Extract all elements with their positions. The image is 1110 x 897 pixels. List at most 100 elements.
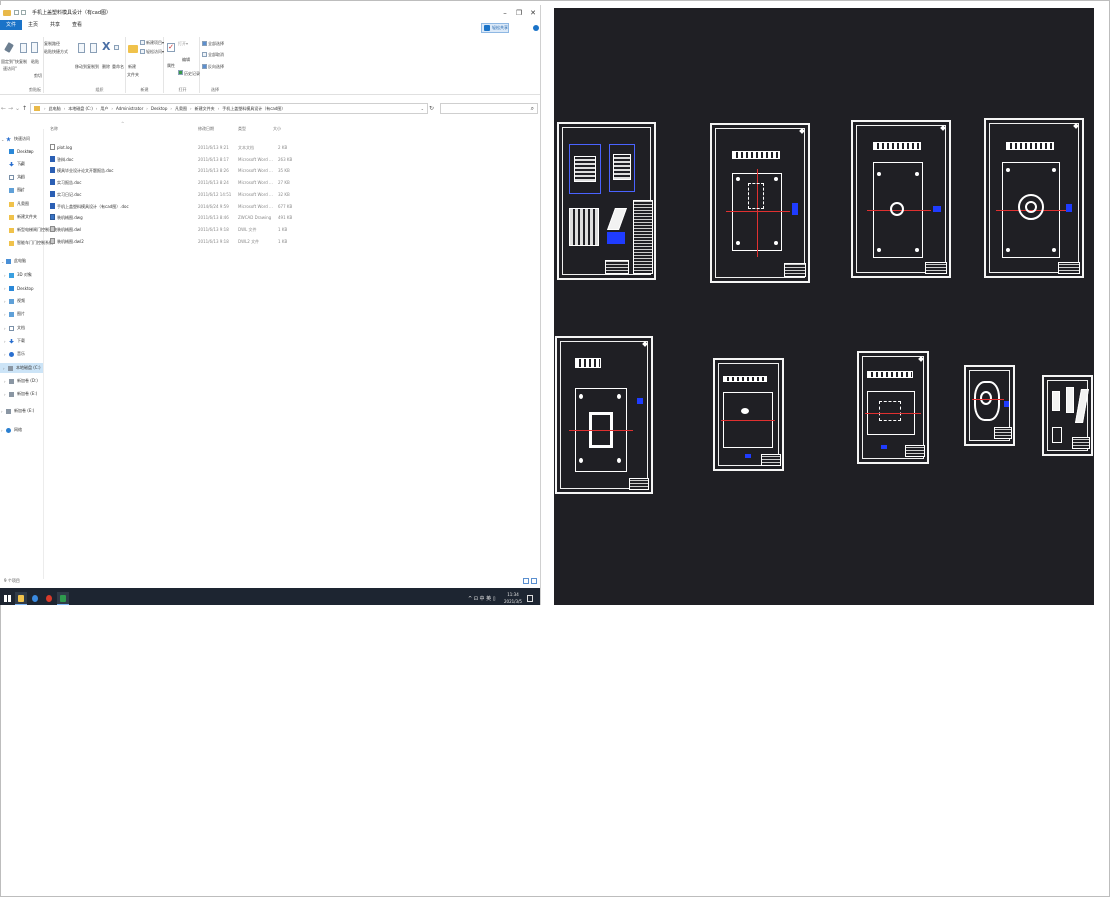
sidebar-item[interactable]: › 视频	[4, 296, 25, 306]
forward-arrow-icon[interactable]: →	[7, 105, 14, 112]
taskbar-file-explorer[interactable]	[15, 592, 27, 605]
sidebar-item[interactable]: 图片 ✱	[4, 185, 25, 195]
tab-file[interactable]: 文件	[0, 20, 23, 30]
blue-annotation	[1066, 204, 1072, 212]
sidebar-item[interactable]: ⌄ 此电脑	[1, 256, 26, 266]
copy-path-button[interactable]: 复制路径	[44, 41, 60, 47]
move-to-button[interactable]: 移动到	[75, 64, 87, 70]
sidebar-item[interactable]: › 图片	[4, 309, 25, 319]
cut-button[interactable]: 剪切	[34, 73, 42, 79]
folder-icon	[9, 214, 14, 220]
sidebar-item[interactable]: › 新加卷 (E:)	[4, 389, 37, 399]
new-item-button[interactable]: 新建项目▾	[146, 40, 164, 46]
sidebar-item[interactable]: 凡奥图	[4, 199, 29, 209]
windows-start-icon[interactable]	[4, 595, 11, 602]
rename-button[interactable]: 重命名	[112, 64, 124, 70]
taskbar-browser[interactable]	[29, 592, 41, 605]
tab-share[interactable]: 共享	[44, 20, 66, 30]
breadcrumb-this-pc[interactable]: 此电脑	[49, 106, 61, 112]
tab-view[interactable]: 查看	[66, 20, 88, 30]
generic-file-icon	[50, 225, 55, 232]
sidebar-item[interactable]: 文档 ✱	[4, 172, 25, 182]
taskbar-app-red[interactable]	[43, 592, 55, 605]
up-arrow-icon[interactable]: ↑	[21, 105, 28, 112]
sidebar-item[interactable]: › 新加卷 (D:)	[4, 376, 38, 386]
open-button[interactable]: 打开▾	[178, 41, 188, 47]
select-all-button[interactable]: 全部选择	[208, 41, 224, 47]
column-header-type[interactable]: 类型	[238, 126, 246, 132]
address-dropdown-icon[interactable]: ⌄	[421, 106, 424, 111]
file-row[interactable]: 装机械图.dwl2 2011/6/13 9:18 DWL2 文件 1 KB	[46, 236, 296, 247]
properties-button[interactable]: 属性	[167, 63, 175, 69]
column-header-size[interactable]: 大小	[273, 126, 281, 132]
copy-to-button[interactable]: 复制到	[87, 64, 99, 70]
breadcrumb-local-disk[interactable]: 本地磁盘 (C:)	[68, 106, 93, 112]
select-none-button[interactable]: 全部取消	[208, 52, 224, 58]
file-row[interactable]: 实习日记.doc 2011/6/12 14:51 Microsoft Word ..…	[46, 189, 296, 200]
copy-button[interactable]: 复制	[19, 59, 27, 65]
taskbar-app-green[interactable]	[57, 592, 69, 605]
paste-button[interactable]: 粘贴	[31, 59, 39, 65]
new-group-label: 新建	[140, 87, 149, 92]
breadcrumb-current-folder[interactable]: 手机上盖塑料模具设计（有cad图）	[222, 106, 285, 112]
chevron-icon[interactable]: ›	[4, 339, 9, 344]
maximize-button[interactable]: ❐	[512, 9, 526, 17]
clock[interactable]: 11:34 2021/3/5	[504, 591, 522, 605]
back-arrow-icon[interactable]: ←	[0, 105, 7, 112]
file-row[interactable]: 模具毕业设计论文开题报告.doc 2011/6/13 8:26 Microsoft …	[46, 165, 296, 176]
sidebar-item[interactable]: › Desktop	[4, 283, 34, 293]
pin-quick-access-button[interactable]: 固定到"快	[1, 59, 19, 65]
large-icons-view-icon[interactable]	[531, 578, 537, 584]
sidebar-item[interactable]: › 下载	[4, 336, 25, 346]
refresh-icon[interactable]: ↻	[429, 105, 434, 112]
sidebar-item[interactable]: › 3D 对象	[4, 270, 32, 280]
sidebar-item[interactable]: › 新加卷 (E:)	[1, 406, 34, 416]
breadcrumb-fanaotu[interactable]: 凡奥图	[175, 106, 187, 112]
cad-drawing-canvas[interactable]	[554, 8, 1094, 605]
easy-share-button[interactable]: 轻松共享	[481, 23, 509, 33]
sidebar-item[interactable]: › 网络	[1, 425, 22, 435]
edit-button[interactable]: 编辑	[182, 57, 190, 63]
invert-selection-button[interactable]: 反向选择	[208, 64, 224, 70]
tab-home[interactable]: 主页	[22, 20, 44, 30]
file-row[interactable]: 装机械图.dwl 2011/6/13 9:18 DWL 文件 1 KB	[46, 224, 296, 235]
breadcrumb-desktop[interactable]: Desktop	[151, 106, 168, 111]
pin-hole	[1006, 248, 1010, 252]
address-box[interactable]: › 此电脑 › 本地磁盘 (C:) › 用户 › Administrator › Des…	[30, 103, 428, 114]
chevron-icon[interactable]: ⌄	[1, 137, 6, 142]
quick-access-properties-icon[interactable]	[14, 10, 19, 15]
quick-access-new-folder-icon[interactable]	[21, 10, 26, 15]
file-row[interactable]: plot.log 2011/6/13 9:21 文本文档 2 KB	[46, 142, 296, 153]
file-row[interactable]: 实习报告.doc 2011/6/13 8:24 Microsoft Word ...…	[46, 177, 296, 188]
notification-icon[interactable]	[527, 595, 533, 602]
sidebar-item[interactable]: 下载 ✱	[4, 159, 25, 169]
paste-shortcut-button[interactable]: 粘贴快捷方式	[44, 49, 68, 55]
system-tray[interactable]: ^ ⊡ 中 英 ▯	[468, 595, 496, 602]
easy-access-button[interactable]: 轻松访问▾	[146, 49, 164, 55]
file-size: 27 KB	[278, 180, 290, 186]
minimize-button[interactable]: –	[498, 9, 512, 17]
sidebar-item[interactable]: 新建文件夹	[4, 212, 37, 222]
file-row[interactable]: 答辩.doc 2011/6/13 8:17 Microsoft Word ... 26…	[46, 154, 296, 165]
column-header-name[interactable]: 名称	[50, 126, 58, 132]
details-view-icon[interactable]	[523, 578, 529, 584]
breadcrumb-new-folder[interactable]: 新建文件夹	[195, 106, 215, 112]
sidebar-item[interactable]: › 文档	[4, 323, 25, 333]
history-button[interactable]: 历史记录	[184, 71, 200, 77]
breadcrumb-users[interactable]: 用户	[100, 106, 108, 112]
close-button[interactable]: ✕	[526, 9, 540, 17]
recent-dropdown-icon[interactable]: ⌄	[14, 105, 21, 112]
file-row[interactable]: 手机上盖塑料模具设计（有cad图）.doc 2014/6/24 9:59 Micro…	[46, 201, 296, 212]
delete-button[interactable]: 删除	[102, 64, 110, 70]
sidebar-item[interactable]: Desktop ✱	[4, 146, 34, 156]
new-folder-button[interactable]: 新建	[128, 64, 136, 70]
search-input[interactable]: ⌕	[440, 103, 538, 114]
breadcrumb-administrator[interactable]: Administrator	[116, 106, 143, 111]
file-row[interactable]: 装机械图.dwg 2011/6/13 8:46 ZWCAD Drawing 491 K…	[46, 212, 296, 223]
column-header-date[interactable]: 修改日期	[198, 126, 214, 132]
help-icon[interactable]	[533, 25, 539, 31]
sidebar-item[interactable]: › 本地磁盘 (C:)	[0, 363, 43, 373]
sidebar-item[interactable]: › 音乐	[4, 349, 25, 359]
title-block	[761, 454, 781, 466]
sidebar-item[interactable]: ⌄ 快速访问	[1, 134, 30, 144]
